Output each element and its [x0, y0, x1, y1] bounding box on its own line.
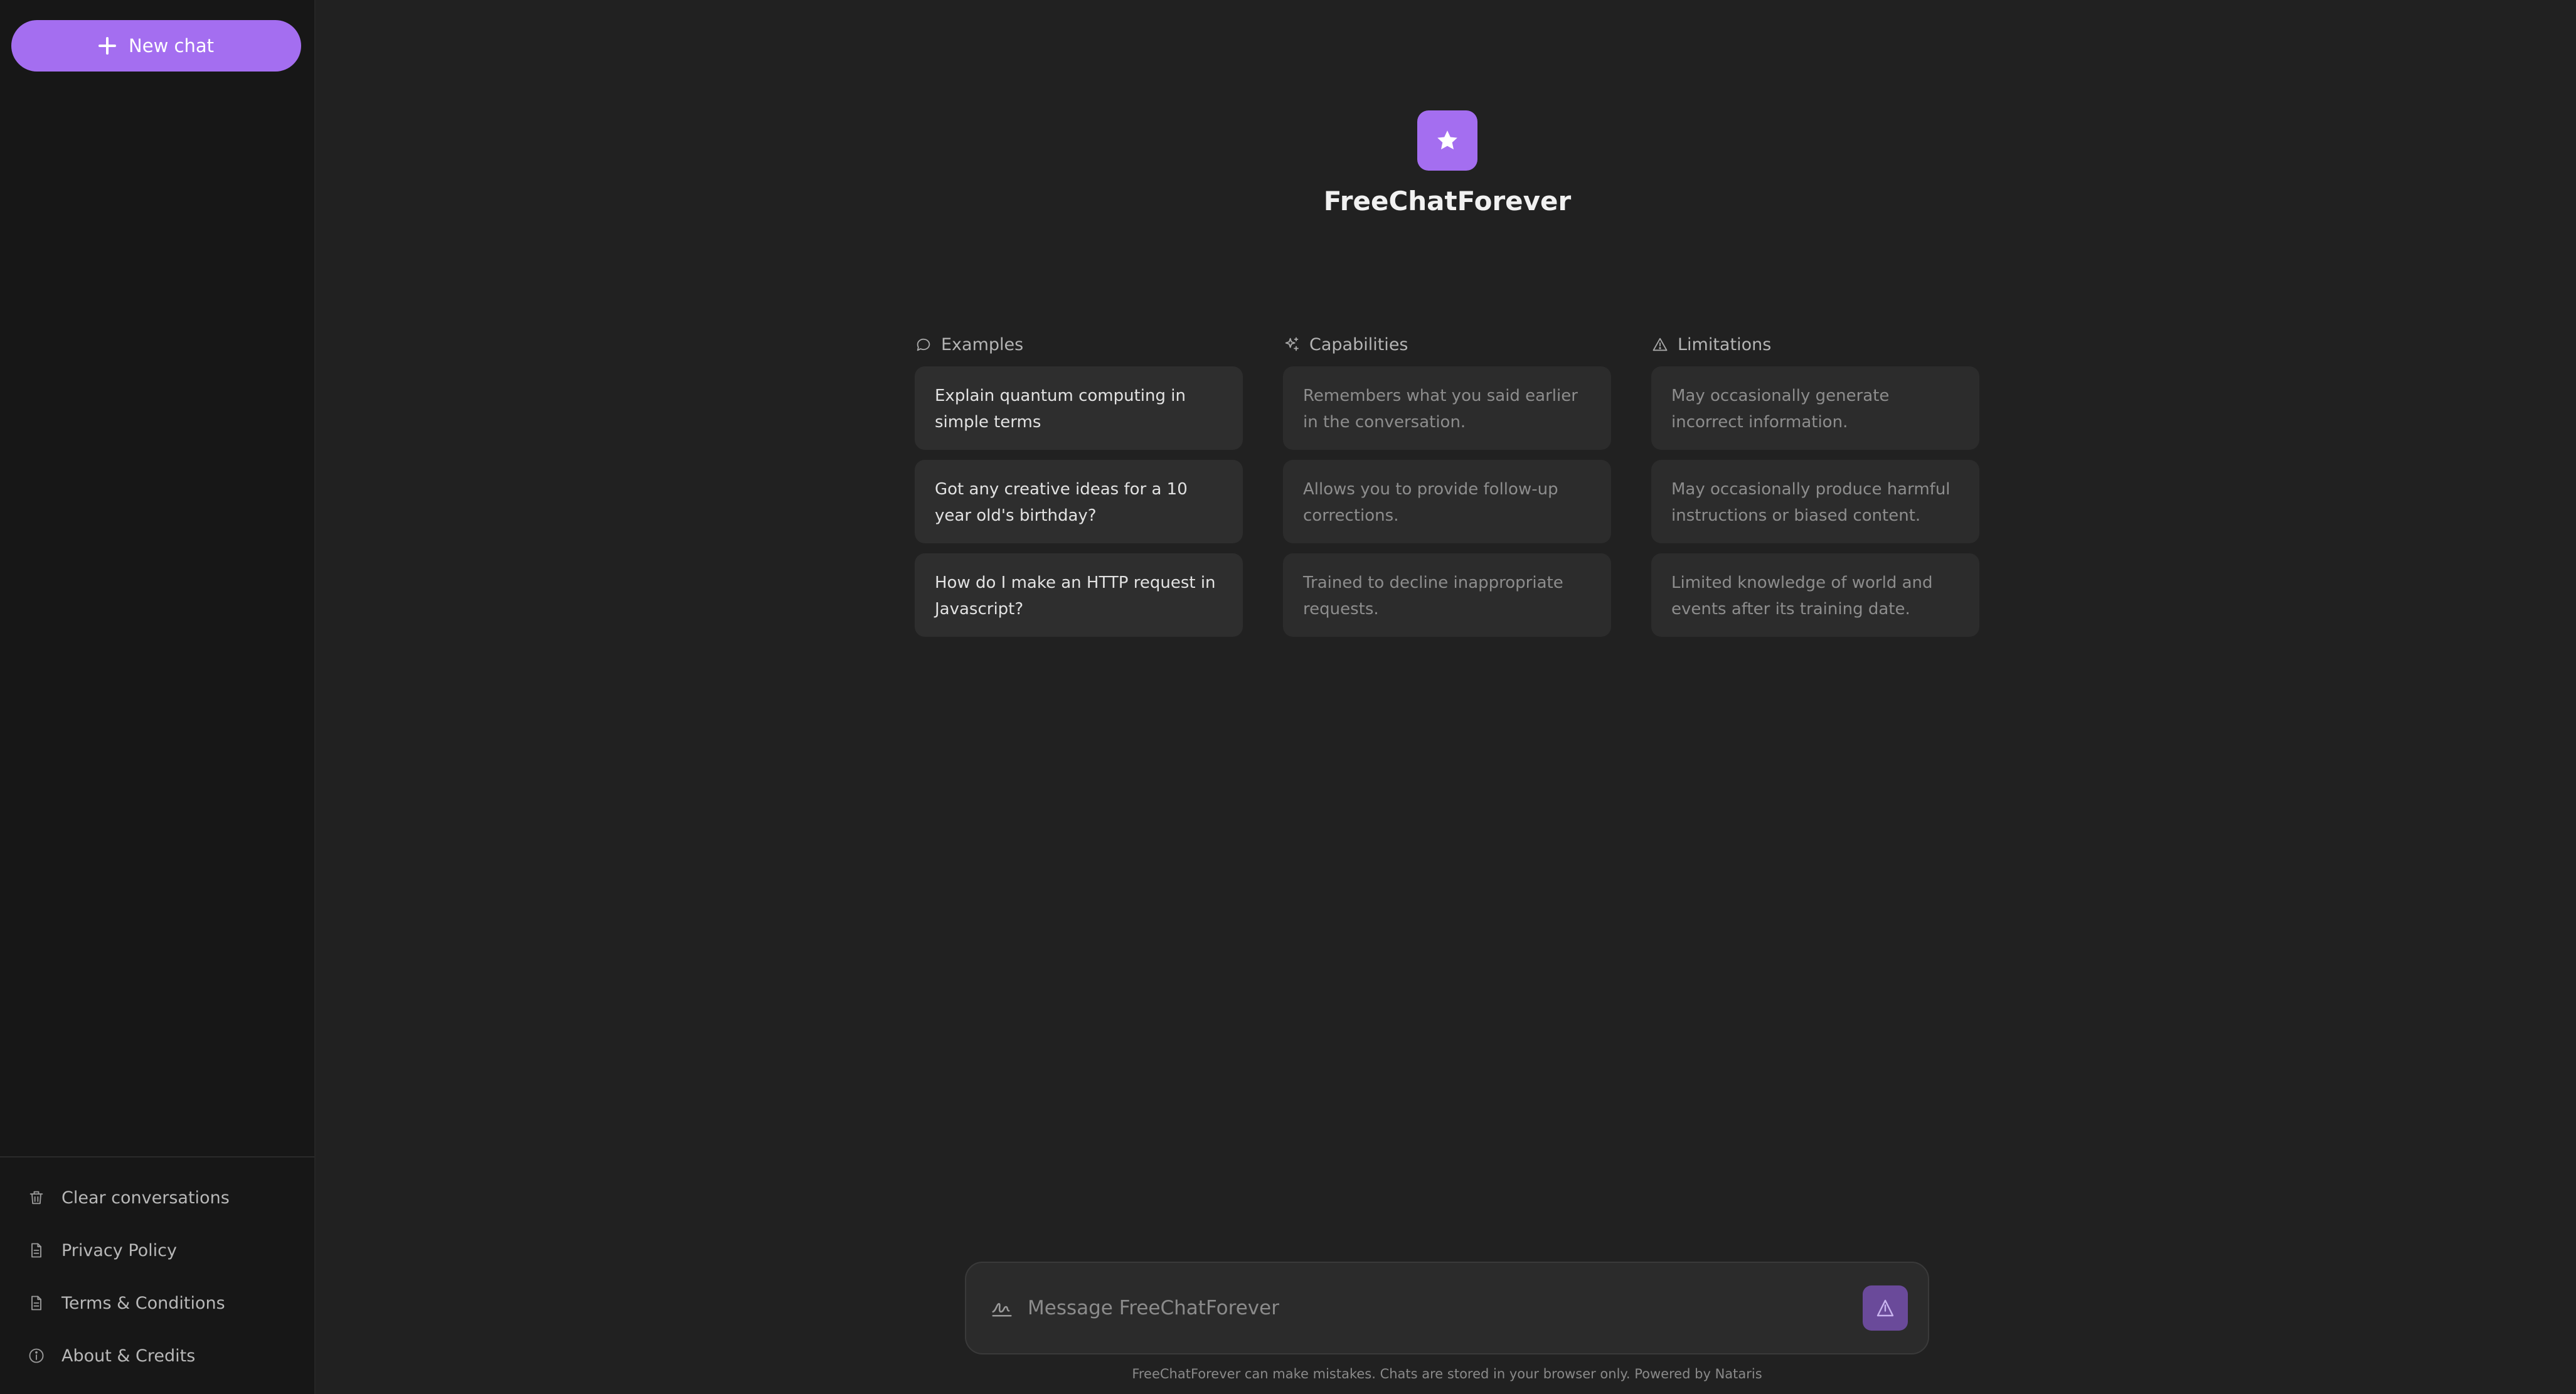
example-card[interactable]: Explain quantum computing in simple term…	[915, 366, 1243, 450]
trash-icon	[29, 1191, 43, 1205]
capability-card: Remembers what you said earlier in the c…	[1283, 366, 1611, 450]
chat-bubble-icon	[917, 338, 930, 351]
examples-heading-label: Examples	[941, 334, 1024, 354]
star-icon	[1437, 130, 1457, 150]
send-button[interactable]	[1863, 1285, 1908, 1331]
clear-conversations-button[interactable]: Clear conversations	[0, 1171, 314, 1224]
capability-card: Allows you to provide follow-up correcti…	[1283, 460, 1611, 543]
capability-card: Trained to decline inappropriate request…	[1283, 553, 1611, 637]
app-window: New chat Clear conversations Privacy Pol…	[0, 0, 2576, 1394]
limitations-heading-label: Limitations	[1678, 334, 1772, 354]
disclaimer-footnote: FreeChatForever can make mistakes. Chats…	[1132, 1366, 1762, 1381]
about-credits-label: About & Credits	[61, 1346, 196, 1366]
limitations-heading: Limitations	[1651, 331, 1979, 358]
sidebar: New chat Clear conversations Privacy Pol…	[0, 0, 316, 1394]
app-logo	[1417, 110, 1477, 171]
clear-conversations-label: Clear conversations	[61, 1188, 230, 1208]
examples-column: Examples Explain quantum computing in si…	[915, 331, 1243, 647]
sidebar-footer-menu: Clear conversations Privacy Policy Terms…	[0, 1156, 314, 1382]
info-icon	[29, 1348, 44, 1363]
brand-title: FreeChatForever	[1323, 186, 1572, 216]
limitation-card: May occasionally generate incorrect info…	[1651, 366, 1979, 450]
message-input[interactable]	[1028, 1297, 1863, 1319]
capabilities-heading-label: Capabilities	[1309, 334, 1408, 354]
signature-icon	[992, 1302, 1012, 1317]
document-icon	[31, 1243, 41, 1258]
capabilities-heading: Capabilities	[1283, 331, 1611, 358]
plus-icon	[98, 37, 117, 55]
privacy-policy-label: Privacy Policy	[61, 1240, 178, 1260]
new-chat-button[interactable]: New chat	[11, 20, 301, 72]
send-icon	[1876, 1299, 1894, 1317]
voice-input-button[interactable]	[990, 1295, 1014, 1321]
terms-conditions-label: Terms & Conditions	[61, 1293, 225, 1313]
warning-icon	[1653, 338, 1668, 351]
intro-columns: Examples Explain quantum computing in si…	[915, 331, 1979, 647]
capabilities-column: Capabilities Remembers what you said ear…	[1283, 331, 1611, 647]
limitation-card: May occasionally produce harmful instruc…	[1651, 460, 1979, 543]
privacy-policy-link[interactable]: Privacy Policy	[0, 1224, 314, 1277]
main-panel: FreeChatForever Examples Explain quantum…	[316, 0, 2576, 1394]
example-card[interactable]: How do I make an HTTP request in Javascr…	[915, 553, 1243, 637]
limitation-card: Limited knowledge of world and events af…	[1651, 553, 1979, 637]
examples-heading: Examples	[915, 331, 1243, 358]
new-chat-label: New chat	[129, 35, 214, 56]
limitations-column: Limitations May occasionally generate in…	[1651, 331, 1979, 647]
example-card[interactable]: Got any creative ideas for a 10 year old…	[915, 460, 1243, 543]
document-icon	[31, 1296, 41, 1311]
message-composer	[965, 1262, 1929, 1354]
sparkles-icon	[1285, 337, 1299, 351]
terms-conditions-link[interactable]: Terms & Conditions	[0, 1277, 314, 1329]
about-credits-link[interactable]: About & Credits	[0, 1329, 314, 1382]
